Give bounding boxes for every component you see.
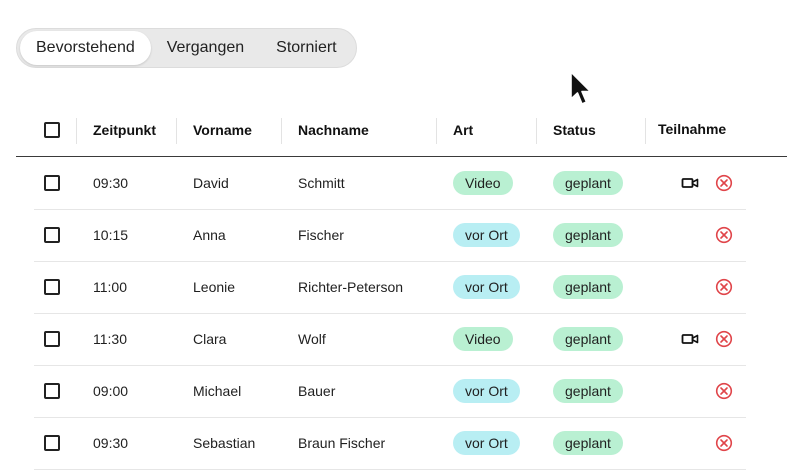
row-checkbox[interactable] [44,227,60,243]
table-row: 09:00 Michael Bauer vor Ort geplant [34,365,746,418]
column-header-art[interactable]: Art [453,104,473,156]
select-all-checkbox[interactable] [44,122,60,138]
column-header-nachname[interactable]: Nachname [298,104,369,156]
cancel-circle-icon[interactable] [715,434,733,452]
cell-art: vor Ort [453,261,520,313]
table-row: 09:30 David Schmitt Video geplant [34,157,746,210]
art-badge: vor Ort [453,275,520,299]
art-badge: Video [453,327,513,351]
cell-art: vor Ort [453,417,520,469]
row-select-cell [44,365,60,417]
cancel-circle-icon[interactable] [715,278,733,296]
cell-nachname: Braun Fischer [298,435,386,451]
table-row: 09:30 Sebastian Braun Fischer vor Ort ge… [34,417,746,470]
table-header: Zeitpunkt Vorname Nachname Art Status Te… [16,104,787,157]
column-separator [76,118,77,144]
status-badge: geplant [553,327,623,351]
cell-vorname: Sebastian [193,435,256,451]
art-badge: vor Ort [453,379,520,403]
row-select-cell [44,157,60,209]
column-separator [436,118,437,144]
status-badge: geplant [553,379,623,403]
row-checkbox[interactable] [44,175,60,191]
cell-vorname: Anna [193,227,226,243]
column-separator [645,118,646,144]
cell-status: geplant [553,313,623,365]
cell-nachname: Richter-Peterson [298,279,404,295]
art-badge: vor Ort [453,223,520,247]
cancel-circle-icon[interactable] [715,226,733,244]
row-select-cell [44,209,60,261]
video-camera-icon[interactable] [681,330,699,348]
tab-storniert[interactable]: Storniert [260,31,352,65]
table-row: 11:30 Clara Wolf Video geplant [34,313,746,366]
cell-status: geplant [553,365,623,417]
art-badge: Video [453,171,513,195]
mouse-cursor-icon [570,71,592,105]
table-row: 11:00 Leonie Richter-Peterson vor Ort ge… [34,261,746,314]
cell-nachname: Bauer [298,383,336,399]
status-badge: geplant [553,431,623,455]
status-badge: geplant [553,171,623,195]
cancel-circle-icon[interactable] [715,382,733,400]
cell-zeitpunkt: 11:00 [93,279,127,295]
row-select-cell [44,261,60,313]
cell-nachname: Schmitt [298,175,345,191]
cell-art: Video [453,313,513,365]
column-separator [176,118,177,144]
column-separator [281,118,282,144]
row-checkbox[interactable] [44,383,60,399]
cell-status: geplant [553,261,623,313]
table-row: 10:15 Anna Fischer vor Ort geplant [34,209,746,262]
cell-zeitpunkt: 09:00 [93,383,129,399]
cell-status: geplant [553,157,623,209]
cell-status: geplant [553,209,623,261]
tab-bar: Bevorstehend Vergangen Storniert [16,28,357,68]
row-select-cell [44,417,60,469]
row-checkbox[interactable] [44,435,60,451]
cell-nachname: Fischer [298,227,344,243]
cell-vorname: David [193,175,229,191]
status-badge: geplant [553,275,623,299]
cell-nachname: Wolf [298,331,326,347]
column-header-zeitpunkt[interactable]: Zeitpunkt [93,104,156,156]
cancel-circle-icon[interactable] [715,330,733,348]
cell-art: vor Ort [453,209,520,261]
row-checkbox[interactable] [44,331,60,347]
cell-art: Video [453,157,513,209]
cell-vorname: Michael [193,383,242,399]
cell-status: geplant [553,417,623,469]
cell-vorname: Clara [193,331,227,347]
row-select-cell [44,313,60,365]
cancel-circle-icon[interactable] [715,174,733,192]
column-header-teilnahme[interactable]: Teilnahme [658,104,726,156]
cell-zeitpunkt: 09:30 [93,175,129,191]
cell-zeitpunkt: 09:30 [93,435,129,451]
cell-art: vor Ort [453,365,520,417]
cell-zeitpunkt: 11:30 [93,331,127,347]
column-header-status[interactable]: Status [553,104,596,156]
column-separator [536,118,537,144]
status-badge: geplant [553,223,623,247]
column-header-vorname[interactable]: Vorname [193,104,252,156]
row-checkbox[interactable] [44,279,60,295]
select-all-cell [44,104,60,156]
tab-vergangen[interactable]: Vergangen [151,31,260,65]
cell-vorname: Leonie [193,279,236,295]
video-camera-icon[interactable] [681,174,699,192]
art-badge: vor Ort [453,431,520,455]
tab-bevorstehend[interactable]: Bevorstehend [20,31,151,65]
cell-zeitpunkt: 10:15 [93,227,129,243]
